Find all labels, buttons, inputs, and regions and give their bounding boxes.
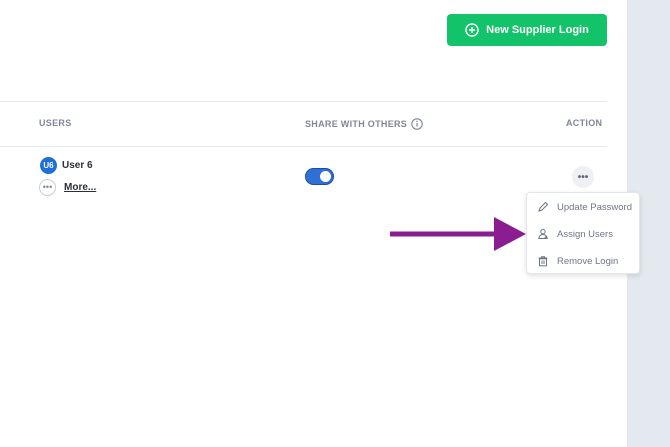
more-users-link[interactable]: More...	[64, 182, 96, 193]
column-header-action: ACTION	[566, 118, 603, 128]
menu-item-remove-login[interactable]: Remove Login	[537, 255, 618, 267]
more-users-icon[interactable]: •••	[39, 179, 56, 196]
menu-item-label: Assign Users	[557, 228, 613, 240]
table-top-divider	[0, 101, 607, 102]
pointer-arrow	[390, 217, 526, 251]
pencil-icon	[537, 201, 549, 213]
avatar: U6	[40, 157, 57, 174]
menu-item-assign-users[interactable]: Assign Users	[537, 228, 613, 240]
menu-item-update-password[interactable]: Update Password	[537, 201, 632, 213]
info-icon[interactable]	[411, 118, 423, 130]
table-header-divider	[0, 146, 607, 147]
trash-icon	[537, 255, 549, 267]
column-header-users: USERS	[39, 118, 72, 128]
new-supplier-login-button[interactable]: New Supplier Login	[447, 14, 607, 46]
column-header-share-label: SHARE WITH OTHERS	[305, 119, 408, 129]
plus-circle-icon	[465, 23, 479, 37]
new-supplier-login-label: New Supplier Login	[486, 24, 589, 36]
column-header-share: SHARE WITH OTHERS	[305, 118, 423, 130]
toggle-knob	[320, 171, 331, 182]
row-actions-menu: Update Password Assign Users Remove Logi…	[526, 192, 640, 274]
assign-users-icon	[537, 228, 549, 240]
share-with-others-toggle[interactable]	[305, 168, 334, 185]
menu-item-label: Remove Login	[557, 255, 619, 267]
user-name: User 6	[62, 160, 93, 171]
row-actions-button[interactable]: •••	[572, 166, 594, 188]
menu-item-label: Update Password	[557, 201, 632, 213]
